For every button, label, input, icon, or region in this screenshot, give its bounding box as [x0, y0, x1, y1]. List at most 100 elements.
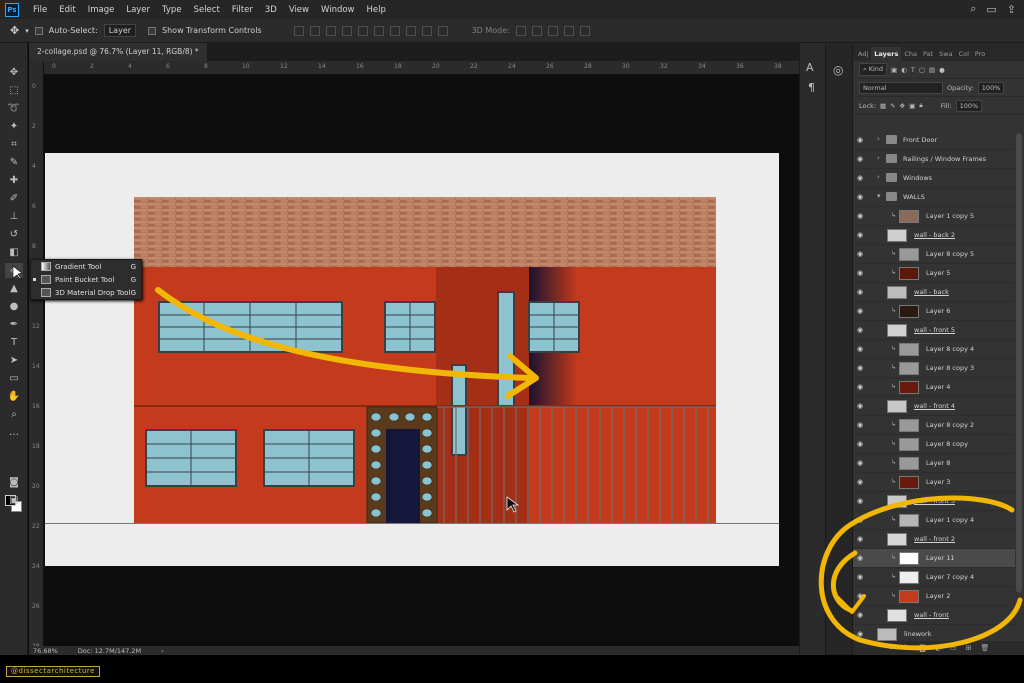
layer-thumbnail[interactable] — [887, 609, 907, 622]
canvas-area[interactable] — [44, 75, 824, 646]
eyedropper-icon[interactable]: ✎ — [5, 155, 23, 170]
eye-visibility-icon[interactable]: ◉ — [857, 212, 867, 220]
layer-thumbnail[interactable] — [899, 590, 919, 603]
layer-row[interactable]: ◉ ↳ Layer 2 — [853, 587, 1015, 606]
gradient-tool-item[interactable]: Gradient Tool G — [31, 260, 141, 273]
layer-row[interactable]: ◉ › Front Door — [853, 131, 1015, 150]
layer-thumbnail[interactable] — [887, 400, 907, 413]
menu-select[interactable]: Select — [188, 5, 226, 15]
layer-row[interactable]: ◉ wall - front 4 — [853, 397, 1015, 416]
tab-adjustments[interactable]: Adj — [855, 47, 871, 61]
layer-thumbnail[interactable] — [899, 362, 919, 375]
eye-visibility-icon[interactable]: ◉ — [857, 345, 867, 353]
zoom-level[interactable]: 76.68% — [33, 647, 58, 655]
eye-visibility-icon[interactable]: ◉ — [857, 592, 867, 600]
layer-thumbnail[interactable] — [899, 210, 919, 223]
layer-thumbnail[interactable] — [887, 286, 907, 299]
eye-visibility-icon[interactable]: ◉ — [857, 535, 867, 543]
libraries-icon[interactable]: ◎ — [833, 63, 843, 77]
ruler-horizontal[interactable]: 0 2 4 6 8 10 12 14 16 18 20 22 24 26 28 30 32 34 36 38 — [44, 61, 824, 75]
eye-visibility-icon[interactable]: ◉ — [857, 478, 867, 486]
filter-kind-dropdown[interactable]: ⌕ Kind — [859, 63, 888, 76]
fx-icon[interactable]: fx — [903, 644, 910, 652]
add-mask-icon[interactable]: ◙ — [919, 644, 926, 652]
lock-all-icon[interactable]: 🔒︎ — [919, 101, 922, 110]
menu-image[interactable]: Image — [82, 5, 121, 15]
filter-smart-icon[interactable]: ▤ — [929, 66, 935, 74]
3d-scale-icon[interactable] — [579, 25, 590, 36]
layer-row[interactable]: ◉ ↳ Layer 8 copy 2 — [853, 416, 1015, 435]
eye-visibility-icon[interactable]: ◉ — [857, 136, 867, 144]
fill-input[interactable]: 100% — [955, 99, 983, 112]
filter-shape-icon[interactable]: ▢ — [919, 66, 925, 74]
eye-visibility-icon[interactable]: ◉ — [857, 402, 867, 410]
ruler-vertical[interactable]: 0246810121416182022242628 — [29, 61, 44, 650]
lock-artboard-icon[interactable]: ▣ — [909, 102, 915, 110]
layer-row[interactable]: ◉ ↳ Layer 1 copy 4 — [853, 511, 1015, 530]
layer-thumbnail[interactable] — [899, 552, 919, 565]
align-center-icon[interactable] — [309, 25, 320, 36]
quick-mask-icon[interactable]: ◙ — [5, 475, 23, 490]
align-middle-icon[interactable] — [357, 25, 368, 36]
new-group-icon[interactable]: ▭ — [950, 644, 957, 652]
distribute-2-icon[interactable] — [405, 25, 416, 36]
align-bottom-icon[interactable] — [373, 25, 384, 36]
eye-visibility-icon[interactable]: ◉ — [857, 174, 867, 182]
menu-filter[interactable]: Filter — [226, 5, 259, 15]
3d-slide-icon[interactable] — [563, 25, 574, 36]
lock-transparent-icon[interactable]: ▦ — [880, 102, 886, 110]
marquee-icon[interactable]: ⬚ — [5, 83, 23, 98]
eye-visibility-icon[interactable]: ◉ — [857, 364, 867, 372]
distribute-3-icon[interactable] — [421, 25, 432, 36]
move-tool-icon[interactable]: ✥ — [10, 24, 19, 37]
eye-visibility-icon[interactable]: ◉ — [857, 497, 867, 505]
eye-visibility-icon[interactable]: ◉ — [857, 383, 867, 391]
move-icon[interactable]: ✥ — [5, 65, 23, 80]
paint-bucket-icon[interactable]: ◈ — [5, 263, 23, 278]
layer-row[interactable]: ◉ ↳ Layer 8 copy 3 — [853, 359, 1015, 378]
eye-visibility-icon[interactable]: ◉ — [857, 269, 867, 277]
eye-visibility-icon[interactable]: ◉ — [857, 516, 867, 524]
3d-material-drop-tool-item[interactable]: 3D Material Drop Tool G — [31, 286, 141, 299]
layer-row[interactable]: ◉ › Windows — [853, 169, 1015, 188]
layer-thumbnail[interactable] — [899, 267, 919, 280]
chevron-right-icon[interactable]: › — [877, 135, 880, 143]
delete-layer-icon[interactable]: 🗑︎ — [980, 644, 989, 652]
layer-thumbnail[interactable] — [899, 457, 919, 470]
layer-row[interactable]: ◉ ↳ Layer 4 — [853, 378, 1015, 397]
more-tools-icon[interactable]: … — [5, 425, 23, 440]
layer-thumbnail[interactable] — [899, 381, 919, 394]
menu-layer[interactable]: Layer — [120, 5, 156, 15]
menu-window[interactable]: Window — [315, 5, 361, 15]
3d-roll-icon[interactable] — [531, 25, 542, 36]
eye-visibility-icon[interactable]: ◉ — [857, 421, 867, 429]
layer-row[interactable]: ◉ ↳ Layer 8 copy 5 — [853, 245, 1015, 264]
layer-row[interactable]: ◉ wall - back 2 — [853, 226, 1015, 245]
layer-row[interactable]: ◉ ↳ Layer 5 — [853, 264, 1015, 283]
eye-visibility-icon[interactable]: ◉ — [857, 326, 867, 334]
filter-adjustment-icon[interactable]: ◐ — [901, 66, 907, 74]
document-canvas[interactable] — [45, 153, 779, 566]
align-right-icon[interactable] — [325, 25, 336, 36]
layers-scrollbar[interactable] — [1016, 133, 1022, 593]
layer-row[interactable]: ◉ wall - back — [853, 283, 1015, 302]
eraser-icon[interactable]: ◧ — [5, 245, 23, 260]
layer-thumbnail[interactable] — [899, 571, 919, 584]
align-left-icon[interactable] — [293, 25, 304, 36]
3d-pan-icon[interactable] — [547, 25, 558, 36]
layer-row[interactable]: ◉ ↳ Layer 3 — [853, 473, 1015, 492]
workspace-icon[interactable]: ▭ — [986, 3, 996, 16]
paragraph-panel-icon[interactable]: ¶ — [808, 81, 815, 94]
eye-visibility-icon[interactable]: ◉ — [857, 231, 867, 239]
character-panel-icon[interactable]: A — [806, 61, 814, 74]
chevron-right-icon[interactable]: › — [877, 154, 880, 162]
hand-icon[interactable]: ✋ — [5, 389, 23, 404]
filter-pixel-icon[interactable]: ▣ — [891, 66, 897, 74]
layer-row[interactable]: ◉ wall - front — [853, 606, 1015, 625]
layer-row[interactable]: ◉ ↳ Layer 8 — [853, 454, 1015, 473]
new-layer-icon[interactable]: ⊞ — [966, 644, 972, 652]
menu-3d[interactable]: 3D — [259, 5, 283, 15]
layer-thumbnail[interactable] — [899, 248, 919, 261]
document-tab[interactable]: 2-collage.psd @ 76.7% (Layer 11, RGB/8) … — [29, 43, 207, 61]
tab-paths[interactable]: Pat — [920, 47, 936, 61]
